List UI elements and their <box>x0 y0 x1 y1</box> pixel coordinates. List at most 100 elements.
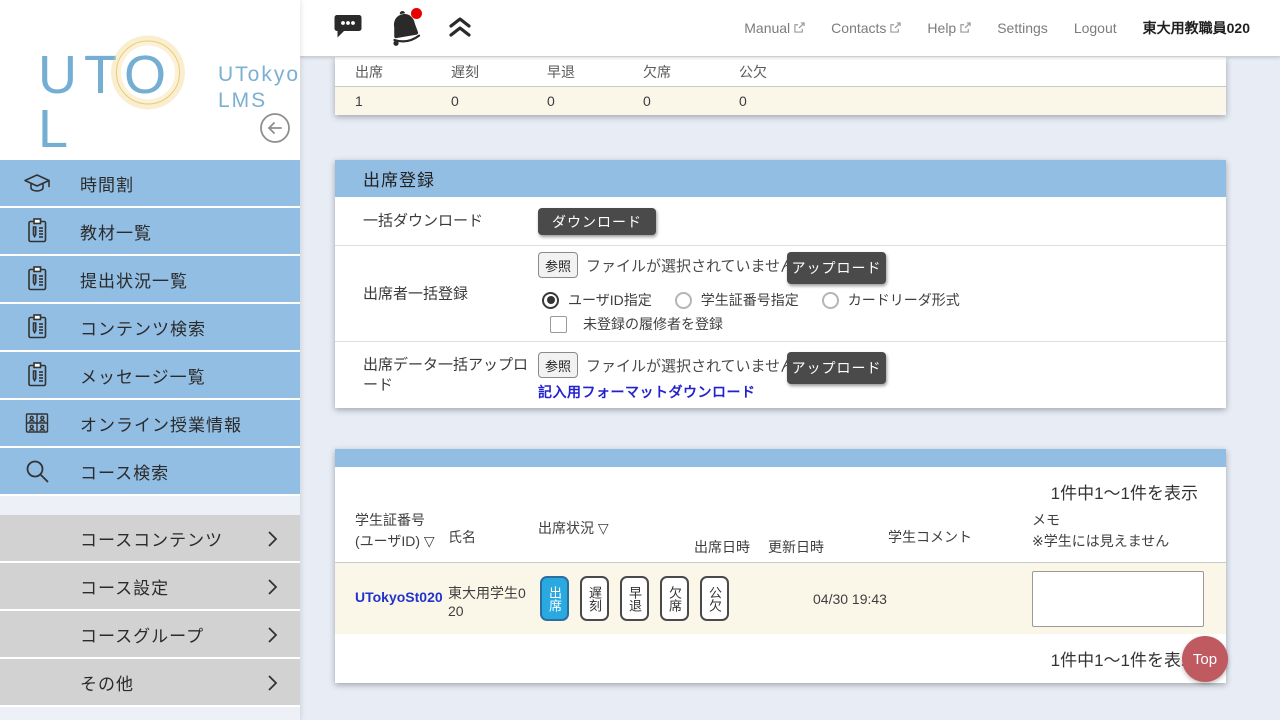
chevron-right-icon <box>266 626 278 649</box>
summary-value-row: 1 0 0 0 0 <box>335 86 1226 115</box>
file-select-line: 参照 ファイルが選択されていません。 <box>538 352 810 378</box>
table-header: 1件中1〜1件を表示 学生証番号(ユーザID) ▽ 氏名 出席状況 ▽ 出席日時… <box>335 467 1226 563</box>
table-header-strip <box>335 449 1226 467</box>
summary-header-late: 遅刻 <box>431 62 527 82</box>
summary-value-absent: 0 <box>623 93 719 109</box>
update-datetime-value: 04/30 19:43 <box>813 591 887 607</box>
sidebar-item-course-contents[interactable]: コースコンテンツ <box>0 515 300 563</box>
sidebar-item-course-group[interactable]: コースグループ <box>0 611 300 659</box>
memo-textarea[interactable] <box>1032 571 1204 627</box>
col-update-time: 更新日時 <box>768 537 824 558</box>
file-select-line: 参照 ファイルが選択されていません。 <box>538 252 810 278</box>
back-arrow-icon <box>259 132 291 147</box>
sidebar-item-course-search[interactable]: コース検索 <box>0 448 300 496</box>
status-button-excused[interactable]: 公欠 <box>700 576 729 621</box>
format-download-link[interactable]: 記入用フォーマットダウンロード <box>538 382 756 402</box>
people-grid-icon <box>22 408 52 438</box>
upload-button[interactable]: アップロード <box>787 252 886 284</box>
attendee-bulk-register-label: 出席者一括登録 <box>363 284 528 304</box>
col-attend-time: 出席日時 <box>694 537 750 558</box>
sidebar: UTOL UTokyoLMS <box>0 0 300 720</box>
sidebar-item-submission-status[interactable]: 提出状況一覧 <box>0 256 300 304</box>
clipboard-icon <box>22 216 52 246</box>
summary-header-row: 出席 遅刻 早退 欠席 公欠 <box>335 57 1226 86</box>
clipboard-icon <box>22 264 52 294</box>
radio-card-reader[interactable] <box>822 292 839 309</box>
sidebar-item-content-search[interactable]: コンテンツ検索 <box>0 304 300 352</box>
summary-value-late: 0 <box>431 93 527 109</box>
sidebar-item-online-class-info[interactable]: オンライン授業情報 <box>0 400 300 448</box>
upload-button[interactable]: アップロード <box>787 352 886 384</box>
col-status[interactable]: 出席状況 ▽ <box>538 518 609 539</box>
chevron-right-icon <box>266 530 278 553</box>
col-student-comment: 学生コメント <box>888 527 972 548</box>
table-footer: 1件中1〜1件を表示 <box>335 634 1226 682</box>
sidebar-item-others[interactable]: その他 <box>0 659 300 707</box>
scroll-to-top-button[interactable]: Top <box>1182 636 1228 682</box>
browse-button[interactable]: 参照 <box>538 252 578 278</box>
result-count-bottom: 1件中1〜1件を表示 <box>1051 646 1198 671</box>
user-name: 東大用教職員020 <box>1143 18 1250 38</box>
sidebar-collapse-button[interactable] <box>259 112 291 144</box>
summary-value-early-leave: 0 <box>527 93 623 109</box>
clipboard-icon <box>22 312 52 342</box>
clipboard-icon <box>22 360 52 390</box>
student-name: 東大用学生020 <box>448 585 532 620</box>
bell-icon <box>385 6 425 51</box>
brand-subtitle: UTokyoLMS <box>218 48 300 115</box>
status-button-absent[interactable]: 欠席 <box>660 576 689 621</box>
help-link[interactable]: Help <box>927 20 971 36</box>
top-bar: Manual Contacts Help Settings Logout 東大用… <box>300 0 1280 57</box>
logo-area: UTOL UTokyoLMS <box>0 0 300 160</box>
file-status-text: ファイルが選択されていません。 <box>586 255 810 276</box>
double-chevron-up-icon <box>447 15 473 42</box>
summary-value-excused: 0 <box>719 93 815 109</box>
manual-link[interactable]: Manual <box>744 20 805 36</box>
summary-header-absent: 欠席 <box>623 62 719 82</box>
attendance-summary-table: 出席 遅刻 早退 欠席 公欠 1 0 0 0 0 <box>335 57 1226 115</box>
status-button-group: 出席 遅刻 早退 欠席 公欠 <box>540 576 729 621</box>
graduation-cap-icon <box>22 168 52 198</box>
browse-button[interactable]: 参照 <box>538 352 578 378</box>
download-button[interactable]: ダウンロード <box>538 208 656 235</box>
external-link-icon <box>794 20 805 36</box>
student-id-link[interactable]: UTokyoSt020 <box>355 589 443 605</box>
col-memo: メモ※学生には見えません <box>1032 510 1169 552</box>
logout-link[interactable]: Logout <box>1074 20 1117 36</box>
status-button-late[interactable]: 遅刻 <box>580 576 609 621</box>
status-button-early-leave[interactable]: 早退 <box>620 576 649 621</box>
attendance-data-upload-row: 出席データ一括アップロード 参照 ファイルが選択されていません。 アップロード … <box>335 342 1226 408</box>
register-unregistered-line: 未登録の履修者を登録 <box>550 314 723 334</box>
attendee-bulk-register-row: 出席者一括登録 参照 ファイルが選択されていません。 アップロード ユーザID指… <box>335 246 1226 342</box>
external-link-icon <box>890 20 901 36</box>
radio-student-card-number[interactable] <box>675 292 692 309</box>
sidebar-secondary-nav: コースコンテンツ コース設定 コースグループ その他 <box>0 515 300 707</box>
col-student-id[interactable]: 学生証番号(ユーザID) ▽ <box>355 510 435 552</box>
section-title: 出席登録 <box>335 160 1226 197</box>
utol-lms-page: UTOL UTokyoLMS <box>0 0 1280 720</box>
chevron-right-icon <box>266 578 278 601</box>
settings-link[interactable]: Settings <box>997 20 1048 36</box>
external-link-icon <box>960 20 971 36</box>
sidebar-item-materials[interactable]: 教材一覧 <box>0 208 300 256</box>
sidebar-item-timetable[interactable]: 時間割 <box>0 160 300 208</box>
status-button-present[interactable]: 出席 <box>540 576 569 621</box>
sidebar-item-message-list[interactable]: メッセージ一覧 <box>0 352 300 400</box>
radio-user-id[interactable] <box>542 292 559 309</box>
sidebar-spacer <box>0 496 300 515</box>
notification-dot <box>411 8 422 19</box>
checkbox-register-unregistered[interactable] <box>550 316 567 333</box>
attendance-data-upload-label: 出席データ一括アップロード <box>363 356 528 395</box>
sidebar-item-course-settings[interactable]: コース設定 <box>0 563 300 611</box>
summary-header-excused: 公欠 <box>719 62 815 82</box>
top-bar-icons <box>333 6 473 51</box>
contacts-link[interactable]: Contacts <box>831 20 901 36</box>
result-count-top: 1件中1〜1件を表示 <box>1051 479 1198 504</box>
collapse-header-button[interactable] <box>447 15 473 42</box>
top-bar-links: Manual Contacts Help Settings Logout 東大用… <box>744 18 1280 38</box>
messages-button[interactable] <box>333 13 363 43</box>
chat-bubble-icon <box>333 13 363 43</box>
attendance-detail-table: 1件中1〜1件を表示 学生証番号(ユーザID) ▽ 氏名 出席状況 ▽ 出席日時… <box>335 449 1226 683</box>
notifications-button[interactable] <box>385 6 425 51</box>
table-row: UTokyoSt020 東大用学生020 出席 遅刻 早退 欠席 公欠 04/3… <box>335 563 1226 634</box>
